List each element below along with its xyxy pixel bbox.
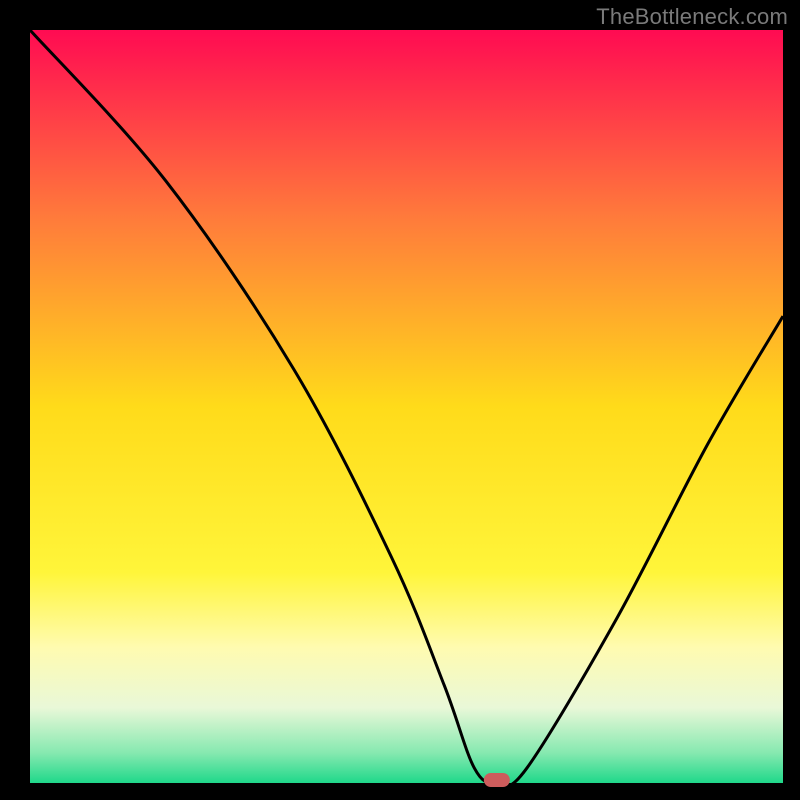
watermark-text: TheBottleneck.com xyxy=(596,4,788,30)
chart-frame: TheBottleneck.com xyxy=(0,0,800,800)
bottleneck-chart xyxy=(0,0,800,800)
gradient-background xyxy=(30,30,783,783)
optimal-marker xyxy=(484,773,510,787)
